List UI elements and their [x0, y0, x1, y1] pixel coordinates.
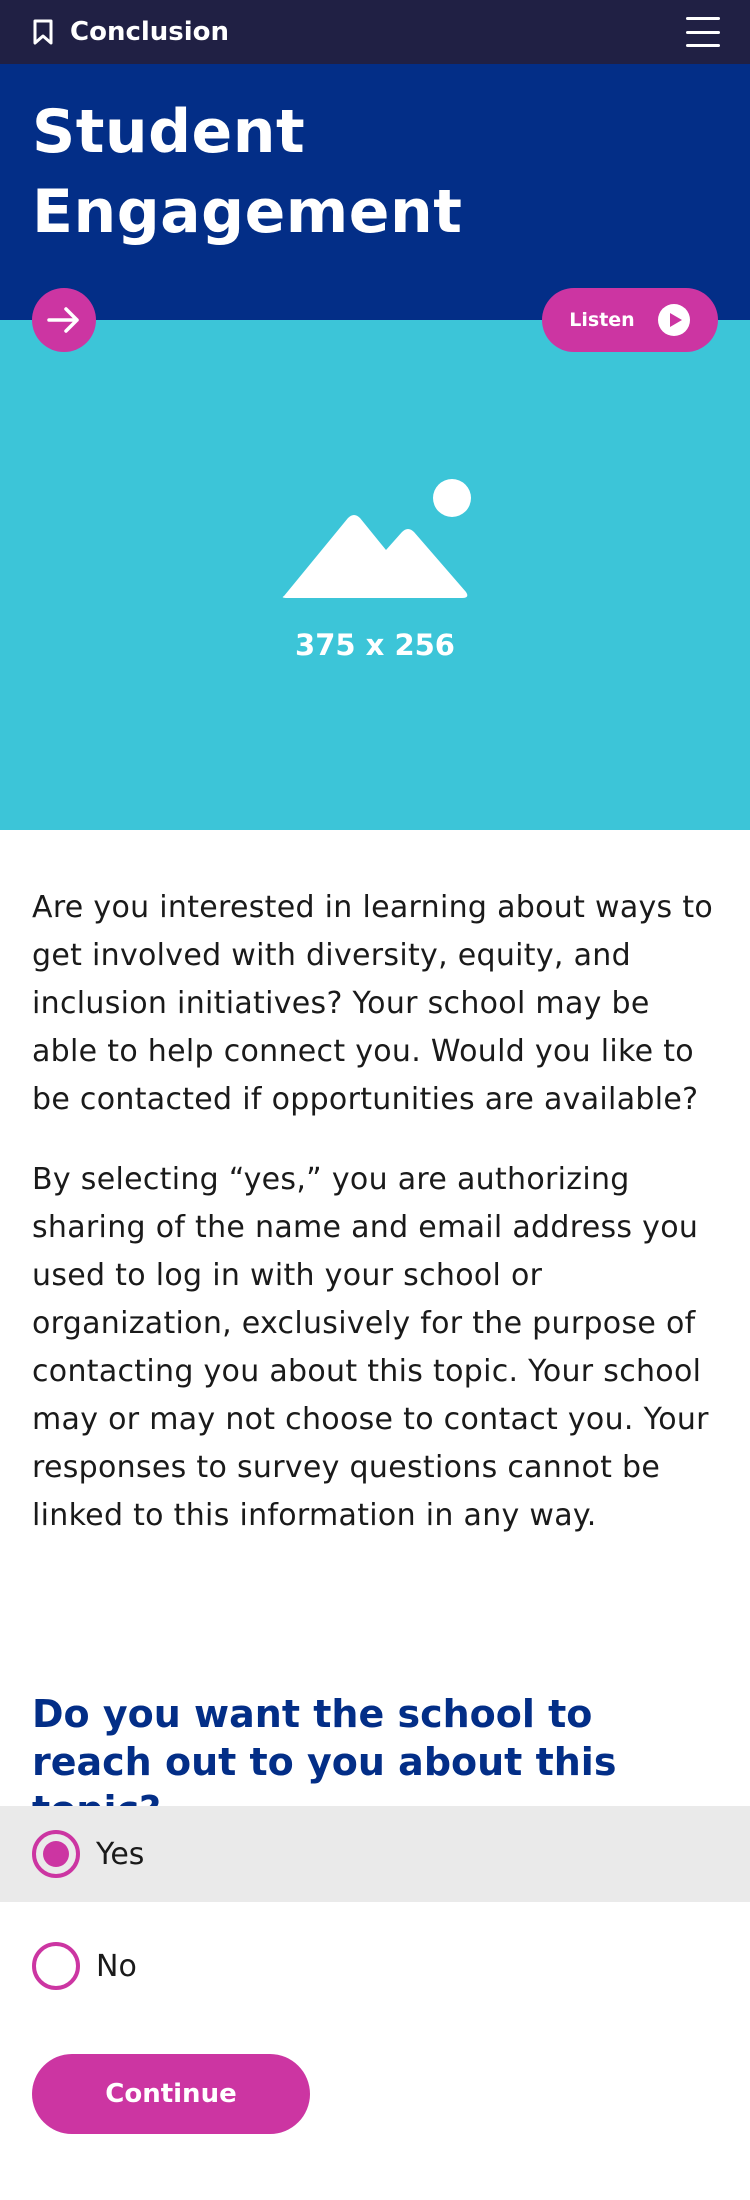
radio-button-yes[interactable] [32, 1830, 80, 1878]
radio-selected-dot [43, 1841, 69, 1867]
continue-button[interactable]: Continue [32, 2054, 310, 2134]
play-icon [657, 303, 691, 337]
image-dimensions-label: 375 x 256 [295, 628, 455, 662]
hamburger-menu-icon[interactable] [686, 17, 720, 47]
option-label-no: No [96, 1948, 137, 1984]
body-text: Are you interested in learning about way… [32, 884, 722, 1572]
option-yes[interactable]: Yes [0, 1806, 750, 1902]
image-placeholder-icon [282, 479, 471, 598]
hero-banner: Student Engagement [0, 64, 750, 320]
listen-button[interactable]: Listen [542, 288, 718, 352]
arrow-right-icon [47, 307, 79, 333]
top-nav-bar: Conclusion [0, 0, 750, 64]
bookmark-icon[interactable] [32, 19, 54, 45]
image-placeholder: 375 x 256 [0, 320, 750, 830]
option-label-yes: Yes [96, 1836, 145, 1872]
section-indicator: Conclusion [32, 17, 229, 47]
next-button[interactable] [32, 288, 96, 352]
intro-paragraph: Are you interested in learning about way… [32, 890, 714, 1117]
section-title: Conclusion [70, 17, 230, 47]
listen-label: Listen [569, 309, 635, 331]
page-title: Student Engagement [32, 97, 463, 247]
option-no[interactable]: No [0, 1918, 750, 2014]
radio-button-no[interactable] [32, 1942, 80, 1990]
consent-paragraph: By selecting “yes,” you are authorizing … [32, 1162, 709, 1533]
